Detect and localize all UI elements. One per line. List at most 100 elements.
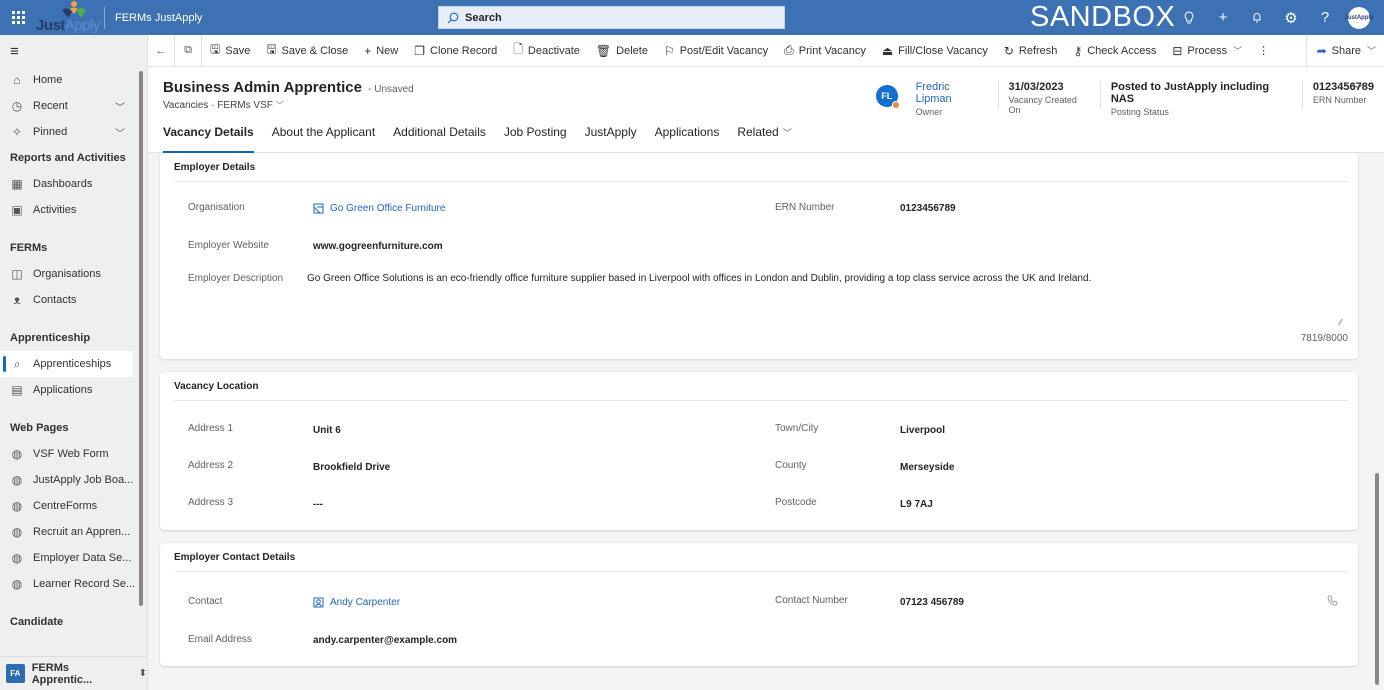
new-button[interactable]: +: [1206, 0, 1240, 35]
lightbulb-icon: [1184, 10, 1194, 23]
expand-header-button[interactable]: ﹀: [1352, 81, 1364, 98]
chevron-down-icon: ﹀: [1233, 46, 1243, 56]
town-city-value[interactable]: Liverpool: [900, 425, 945, 436]
postcode-value[interactable]: L9 7AJ: [900, 499, 933, 510]
owner-avatar[interactable]: FL: [876, 85, 900, 109]
waffle-icon: [11, 11, 25, 24]
more-commands-button[interactable]: ⋮: [1250, 35, 1277, 67]
organisation-link[interactable]: Go Green Office Furniture: [313, 203, 445, 214]
notifications-button[interactable]: [1240, 0, 1274, 35]
chevron-down-icon: ﹀: [1366, 46, 1376, 56]
new-button[interactable]: + New: [356, 35, 406, 67]
fill-close-vacancy-button[interactable]: ⏏ Fill/Close Vacancy: [874, 35, 996, 67]
contact-number-value[interactable]: 07123 456789: [900, 597, 964, 608]
process-button[interactable]: ⊟ Process ﹀: [1164, 35, 1250, 67]
ern-number-label: ERN Number: [775, 202, 835, 213]
sidebar-item-label: Employer Data Se...: [33, 552, 132, 564]
county-value[interactable]: Merseyside: [900, 462, 954, 473]
area-switcher[interactable]: FA FERMs Apprentic... ⬍: [0, 656, 147, 690]
tab-justapply[interactable]: JustApply: [585, 125, 637, 153]
app-title[interactable]: FERMs JustApply: [115, 12, 202, 24]
sidebar-item-centreforms[interactable]: ◍ CentreForms: [0, 493, 147, 519]
clone-record-button[interactable]: ❐ Clone Record: [406, 35, 505, 67]
section-title: Employer Details: [174, 162, 256, 173]
form-selector[interactable]: FERMs VSF ﹀: [217, 100, 283, 111]
tab-about-the-applicant[interactable]: About the Applicant: [272, 125, 375, 153]
email-address-label: Email Address: [188, 634, 252, 645]
record-breadcrumb: Vacancies · FERMs VSF ﹀: [163, 100, 284, 111]
email-address-value[interactable]: andy.carpenter@example.com: [313, 635, 457, 646]
form-content: Employer Details Organisation Go Green O…: [148, 153, 1370, 690]
clock-icon: ◷: [11, 99, 23, 113]
employer-contact-section: Employer Contact Details Contact Andy Ca…: [160, 543, 1358, 666]
settings-button[interactable]: ⚙: [1274, 0, 1308, 35]
post-edit-vacancy-button[interactable]: ⚐ Post/Edit Vacancy: [656, 35, 776, 67]
sidebar-section-title: Reports and Activities: [10, 152, 126, 164]
save-and-close-button[interactable]: 🖫 Save & Close: [258, 35, 356, 67]
plus-icon: +: [364, 43, 372, 58]
address1-label: Address 1: [188, 423, 234, 434]
ern-number-value[interactable]: 0123456789: [900, 203, 956, 214]
deactivate-button[interactable]: 🗋 Deactivate: [505, 35, 588, 67]
tab-additional-details[interactable]: Additional Details: [393, 125, 486, 153]
sidebar-item-learner-record-service[interactable]: ◍ Learner Record Se...: [0, 571, 147, 597]
help-button[interactable]: ?: [1308, 0, 1342, 35]
delete-button[interactable]: 🗑 Delete: [588, 35, 656, 67]
contact-link[interactable]: Andy Carpenter: [313, 597, 400, 608]
web-page-icon: ◍: [11, 447, 23, 461]
sidebar-item-recruit-an-apprentice[interactable]: ◍ Recruit an Appren...: [0, 519, 147, 545]
sidebar-item-organisations[interactable]: ◫ Organisations: [0, 261, 147, 287]
sidebar-item-label: Apprenticeships: [33, 358, 112, 370]
save-button[interactable]: 🖫 Save: [202, 35, 258, 67]
sidebar-item-home[interactable]: ⌂ Home: [0, 67, 147, 93]
sidebar-scrollbar[interactable]: [139, 71, 143, 606]
web-page-icon: ◍: [11, 551, 23, 565]
sidebar-item-contacts[interactable]: ᴥ Contacts: [0, 287, 147, 313]
sidebar-item-pinned[interactable]: ✧ Pinned ﹀: [0, 119, 147, 145]
refresh-icon: ↻: [1003, 43, 1014, 58]
lightbulb-button[interactable]: [1172, 0, 1206, 35]
app-launcher-button[interactable]: [0, 0, 36, 35]
sidebar-item-vsf-web-form[interactable]: ◍ VSF Web Form: [0, 441, 147, 467]
deactivate-icon: 🗋: [513, 42, 523, 56]
tab-vacancy-details[interactable]: Vacancy Details: [163, 125, 254, 153]
address1-value[interactable]: Unit 6: [313, 425, 341, 436]
share-button[interactable]: ➦ Share ﹀: [1305, 34, 1384, 67]
character-count: 7819/8000: [1300, 333, 1348, 344]
tab-related[interactable]: Related ﹀: [737, 125, 791, 153]
section-title: Vacancy Location: [174, 381, 259, 392]
sidebar-item-label: Recent: [33, 100, 68, 112]
call-button[interactable]: [1327, 595, 1338, 609]
home-icon: ⌂: [13, 73, 21, 87]
sidebar-item-activities[interactable]: ▣ Activities: [0, 197, 147, 223]
owner-link[interactable]: Fredric Lipman: [916, 81, 988, 105]
refresh-button[interactable]: ↻ Refresh: [996, 35, 1066, 67]
main-scrollbar[interactable]: [1375, 473, 1379, 685]
sidebar-item-dashboards[interactable]: ▦ Dashboards: [0, 171, 147, 197]
sidebar-item-apprenticeships[interactable]: ⌕ Apprenticeships: [0, 351, 133, 377]
back-button[interactable]: ←: [148, 34, 175, 67]
open-in-new-window-button[interactable]: ⧉: [175, 34, 202, 67]
employer-description-textarea[interactable]: Go Green Office Solutions is an eco-frie…: [307, 273, 1091, 284]
collapse-nav-button[interactable]: ≡: [0, 35, 147, 67]
print-vacancy-button[interactable]: ⎙ Print Vacancy: [776, 35, 874, 67]
sidebar-item-justapply-job-board[interactable]: ◍ JustApply Job Boa...: [0, 467, 147, 493]
resize-handle-icon[interactable]: ⁄⁄: [1339, 318, 1342, 327]
tab-job-posting[interactable]: Job Posting: [504, 125, 567, 153]
global-search-box[interactable]: Search: [438, 6, 785, 29]
address3-value[interactable]: ---: [313, 499, 323, 510]
user-avatar[interactable]: JustApply: [1345, 6, 1374, 29]
sidebar-item-employer-data-service[interactable]: ◍ Employer Data Se...: [0, 545, 147, 571]
save-close-icon: 🖫: [266, 42, 277, 56]
contact-card-icon: [313, 597, 324, 608]
tab-applications[interactable]: Applications: [655, 125, 720, 153]
sidebar-item-recent[interactable]: ◷ Recent ﹀: [0, 93, 147, 119]
header-field-owner: Fredric Lipman Owner: [906, 81, 999, 117]
justapply-logo[interactable]: JustApply: [36, 0, 100, 35]
chevron-down-icon: ﹀: [275, 101, 284, 110]
check-access-button[interactable]: ⚷ Check Access: [1065, 35, 1164, 67]
arrow-left-icon: ←: [155, 44, 167, 57]
sidebar-item-applications[interactable]: ▤ Applications: [0, 377, 147, 403]
address2-value[interactable]: Brookfield Drive: [313, 462, 390, 473]
employer-website-value[interactable]: www.gogreenfurniture.com: [313, 241, 443, 252]
